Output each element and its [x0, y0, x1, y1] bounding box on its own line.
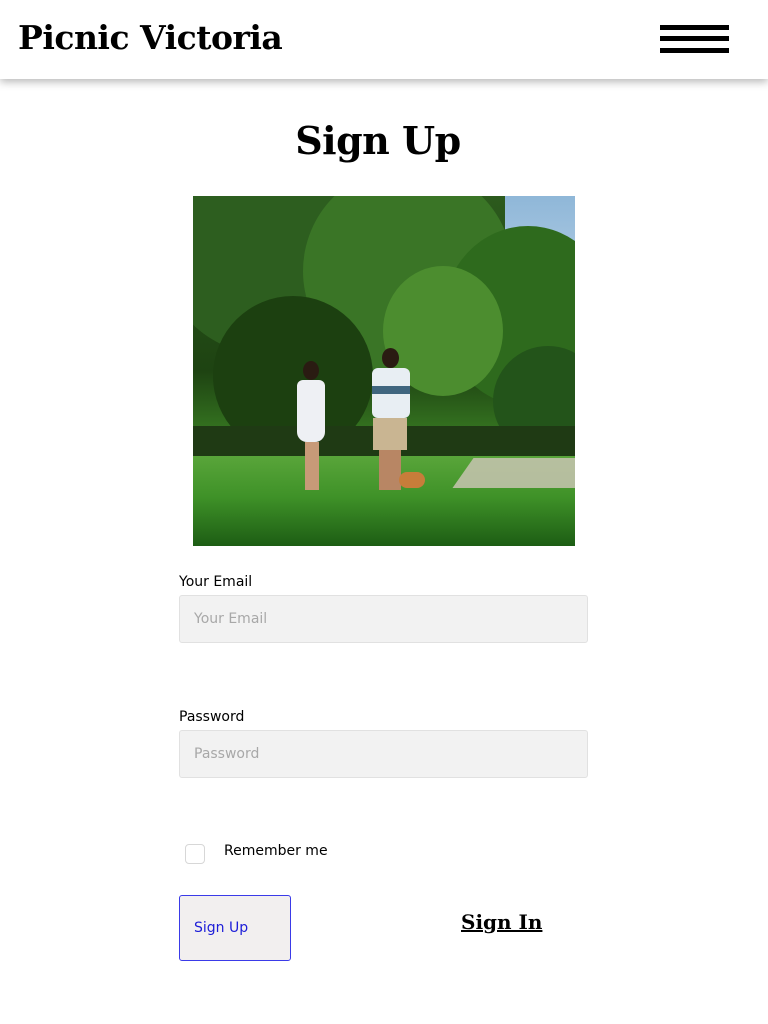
- hamburger-menu-icon[interactable]: [660, 25, 729, 54]
- page: Picnic Victoria Sign Up Your Email Passw…: [0, 0, 768, 1024]
- menu-bar: [660, 48, 729, 53]
- woman-figure: [305, 442, 319, 490]
- menu-bar: [660, 36, 729, 41]
- remember-me-checkbox[interactable]: [185, 844, 205, 864]
- man-figure: [373, 418, 407, 450]
- dog-figure: [399, 472, 425, 488]
- email-field[interactable]: [179, 595, 588, 643]
- man-figure: [372, 386, 410, 394]
- sign-up-button[interactable]: Sign Up: [179, 895, 291, 961]
- sign-in-link[interactable]: Sign In: [461, 910, 542, 934]
- photo-path: [452, 458, 575, 488]
- menu-bar: [660, 25, 729, 30]
- password-field[interactable]: [179, 730, 588, 778]
- hero-photo: [193, 196, 575, 546]
- woman-figure: [297, 380, 325, 442]
- site-header: Picnic Victoria: [0, 0, 768, 79]
- woman-figure: [303, 361, 319, 380]
- brand-logo[interactable]: Picnic Victoria: [18, 18, 283, 57]
- remember-me-label: Remember me: [224, 843, 328, 859]
- email-label: Your Email: [179, 574, 253, 590]
- man-figure: [382, 348, 399, 368]
- man-figure: [379, 450, 401, 490]
- password-label: Password: [179, 709, 245, 725]
- page-title: Sign Up: [295, 118, 461, 163]
